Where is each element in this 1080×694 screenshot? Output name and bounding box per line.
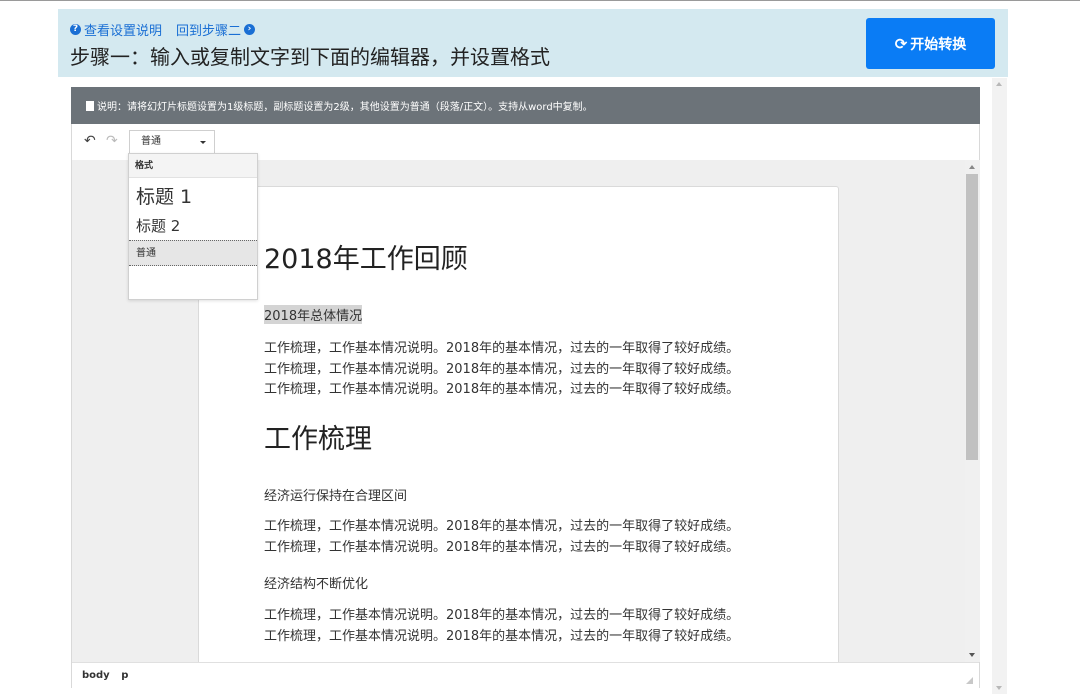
back-to-step2-link[interactable]: 回到步骤二 › [176, 20, 256, 39]
element-path: body p [82, 670, 136, 681]
paragraph-line: 工作梳理，工作基本情况说明。2018年的基本情况，过去的一年取得了较好成绩。 [264, 608, 740, 623]
subheading-structure[interactable]: 经济结构不断优化 [264, 573, 368, 592]
paragraph-line: 工作梳理，工作基本情况说明。2018年的基本情况，过去的一年取得了较好成绩。 [264, 519, 740, 534]
menu-item-heading1[interactable]: 标题 1 [129, 182, 257, 212]
back-link-label: 回到步骤二 [176, 24, 242, 39]
help-link[interactable]: ? 查看设置说明 [70, 20, 162, 39]
path-item-body[interactable]: body [82, 670, 110, 681]
help-link-label: 查看设置说明 [84, 24, 163, 39]
chevron-down-icon [200, 141, 206, 144]
paragraph-block[interactable]: 工作梳理，工作基本情况说明。2018年的基本情况，过去的一年取得了较好成绩。 工… [264, 339, 739, 401]
document-icon [86, 100, 94, 111]
page-scroll-up-icon[interactable] [996, 82, 1002, 86]
header-links: ? 查看设置说明 回到步骤二 › [70, 20, 256, 39]
format-dropdown-menu: 格式 标题 1 标题 2 普通 [128, 153, 258, 300]
subheading-economy[interactable]: 经济运行保持在合理区间 [264, 485, 407, 504]
paragraph-line: 工作梳理，工作基本情况说明。2018年的基本情况，过去的一年取得了较好成绩。 [264, 341, 740, 356]
resize-grip-icon[interactable] [966, 677, 973, 684]
heading-work-review[interactable]: 工作梳理 [264, 417, 372, 456]
top-rule [0, 0, 1080, 1]
menu-item-heading2[interactable]: 标题 2 [129, 215, 257, 239]
arrow-circle-right-icon: › [244, 24, 256, 35]
dropdown-header: 格式 [129, 154, 257, 178]
scroll-down-icon[interactable] [969, 653, 975, 657]
document-title-heading[interactable]: 2018年工作回顾 [264, 237, 468, 276]
format-select[interactable]: 普通 [129, 130, 215, 154]
path-item-p[interactable]: p [121, 670, 128, 681]
question-circle-icon: ? [70, 24, 81, 35]
paragraph-block[interactable]: 工作梳理，工作基本情况说明。2018年的基本情况，过去的一年取得了较好成绩。 工… [264, 517, 739, 558]
paragraph-line: 工作梳理，工作基本情况说明。2018年的基本情况，过去的一年取得了较好成绩。 [264, 628, 740, 644]
scroll-up-icon[interactable] [969, 165, 975, 169]
format-select-value: 普通 [141, 136, 161, 147]
start-convert-button[interactable]: ⟳ 开始转换 [866, 18, 995, 69]
subheading-overall[interactable]: 2018年总体情况 [264, 305, 363, 324]
paragraph-line: 工作梳理，工作基本情况说明。2018年的基本情况，过去的一年取得了较好成绩。 [264, 382, 740, 397]
redo-icon[interactable]: ↷ [106, 133, 118, 149]
start-convert-label: 开始转换 [910, 36, 967, 53]
paragraph-block[interactable]: 工作梳理，工作基本情况说明。2018年的基本情况，过去的一年取得了较好成绩。 工… [264, 606, 739, 647]
paragraph-line: 工作梳理，工作基本情况说明。2018年的基本情况，过去的一年取得了较好成绩。 [264, 539, 740, 555]
page-scrollbar[interactable] [992, 78, 1007, 694]
step-header: ? 查看设置说明 回到步骤二 › 步骤一：输入或复制文字到下面的编辑器，并设置格… [58, 9, 1008, 77]
notice-bar: 说明：请将幻灯片标题设置为1级标题，副标题设置为2级，其他设置为普通（段落/正文… [71, 87, 980, 124]
scrollbar-thumb[interactable] [966, 174, 978, 460]
step-title: 步骤一：输入或复制文字到下面的编辑器，并设置格式 [70, 45, 550, 69]
refresh-icon: ⟳ [894, 34, 908, 53]
menu-item-normal[interactable]: 普通 [129, 240, 257, 266]
page-scroll-down-icon[interactable] [996, 686, 1002, 690]
notice-text: 说明：请将幻灯片标题设置为1级标题，副标题设置为2级，其他设置为普通（段落/正文… [97, 102, 593, 113]
undo-icon[interactable]: ↶ [84, 133, 96, 149]
editor-scrollbar[interactable] [965, 160, 980, 662]
editor-statusbar: body p [72, 662, 979, 688]
paragraph-line: 工作梳理，工作基本情况说明。2018年的基本情况，过去的一年取得了较好成绩。 [264, 361, 740, 377]
document-page[interactable]: 2018年工作回顾 2018年总体情况 工作梳理，工作基本情况说明。2018年的… [198, 186, 839, 662]
